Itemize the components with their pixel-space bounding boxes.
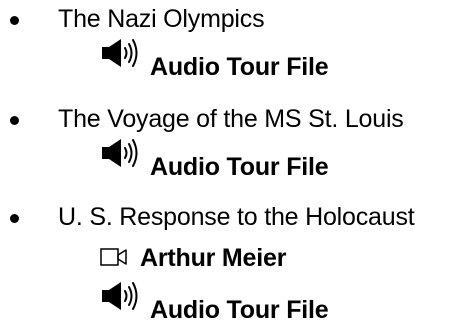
video-link[interactable]: Arthur Meier	[100, 243, 286, 273]
bullet-icon	[10, 16, 19, 25]
speaker-icon	[102, 139, 138, 167]
audio-tour-link[interactable]: Audio Tour File	[100, 39, 329, 82]
speaker-icon	[102, 39, 138, 67]
video-label[interactable]: Arthur Meier	[140, 243, 286, 273]
audio-tour-label[interactable]: Audio Tour File	[150, 295, 329, 325]
list-item-title: The Nazi Olympics	[58, 5, 265, 33]
audio-tour-label[interactable]: Audio Tour File	[150, 52, 329, 82]
bullet-icon	[10, 116, 19, 125]
audio-tour-link[interactable]: Audio Tour File	[100, 282, 329, 325]
page: The Nazi Olympics Audio Tour File The Vo…	[0, 0, 474, 325]
audio-tour-label[interactable]: Audio Tour File	[150, 152, 329, 182]
audio-tour-link[interactable]: Audio Tour File	[100, 139, 329, 182]
video-camera-icon	[100, 248, 127, 266]
speaker-icon	[102, 282, 138, 310]
bullet-icon	[10, 214, 19, 223]
list-item-title: U. S. Response to the Holocaust	[58, 203, 415, 231]
list-item-title: The Voyage of the MS St. Louis	[58, 105, 404, 133]
